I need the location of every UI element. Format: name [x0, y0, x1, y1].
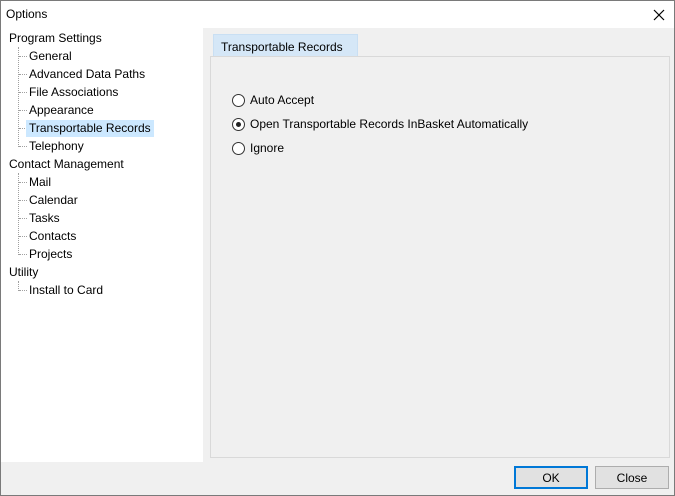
tree-item-appearance[interactable]: Appearance: [29, 102, 94, 119]
tree-connector: [19, 218, 27, 219]
tree-connector: [19, 146, 27, 147]
tree-connector: [18, 47, 19, 147]
title-bar: Options: [1, 1, 674, 28]
tree-item-calendar[interactable]: Calendar: [29, 192, 78, 209]
tree-group-utility[interactable]: Utility: [9, 264, 38, 281]
tree-connector: [18, 173, 19, 255]
tree-connector: [19, 56, 27, 57]
tree-connector: [19, 182, 27, 183]
tree-item-general[interactable]: General: [29, 48, 72, 65]
tree-item-contacts[interactable]: Contacts: [29, 228, 76, 245]
tree-item-projects[interactable]: Projects: [29, 246, 72, 263]
close-window-button[interactable]: [644, 1, 674, 28]
ok-button[interactable]: OK: [514, 466, 588, 489]
options-dialog: Options Program Settings General Advance…: [0, 0, 675, 496]
radio-auto-accept[interactable]: Auto Accept: [232, 91, 314, 109]
radio-label: Open Transportable Records InBasket Auto…: [250, 117, 529, 131]
settings-tree: Program Settings General Advanced Data P…: [1, 28, 203, 462]
tree-connector: [19, 290, 27, 291]
tree-item-install-to-card[interactable]: Install to Card: [29, 282, 103, 299]
tree-connector: [19, 92, 27, 93]
close-button[interactable]: Close: [595, 466, 669, 489]
radio-ignore[interactable]: Ignore: [232, 139, 284, 157]
tree-connector: [19, 254, 27, 255]
close-icon: [653, 9, 665, 20]
tree-item-file-associations[interactable]: File Associations: [29, 84, 118, 101]
tree-item-tasks[interactable]: Tasks: [29, 210, 60, 227]
tree-item-mail[interactable]: Mail: [29, 174, 51, 191]
tree-connector: [19, 200, 27, 201]
tree-group-program-settings[interactable]: Program Settings: [9, 30, 102, 47]
tree-connector: [19, 110, 27, 111]
radio-button[interactable]: [232, 141, 245, 155]
tree-group-contact-management[interactable]: Contact Management: [9, 156, 124, 173]
radio-label: Ignore: [250, 141, 285, 155]
tree-item-transportable-records[interactable]: Transportable Records: [26, 120, 154, 137]
tree-connector: [19, 236, 27, 237]
tree-connector: [19, 74, 27, 75]
transportable-records-panel: Auto Accept Open Transportable Records I…: [210, 56, 670, 458]
radio-open-inbasket[interactable]: Open Transportable Records InBasket Auto…: [232, 115, 528, 133]
tree-item-advanced-data-paths[interactable]: Advanced Data Paths: [29, 66, 145, 83]
window-title: Options: [6, 7, 48, 21]
tab-transportable-records[interactable]: Transportable Records: [213, 34, 358, 57]
tree-item-telephony[interactable]: Telephony: [29, 138, 84, 155]
radio-label: Auto Accept: [250, 93, 315, 107]
radio-button[interactable]: [232, 93, 245, 107]
radio-button-checked[interactable]: [232, 117, 245, 131]
